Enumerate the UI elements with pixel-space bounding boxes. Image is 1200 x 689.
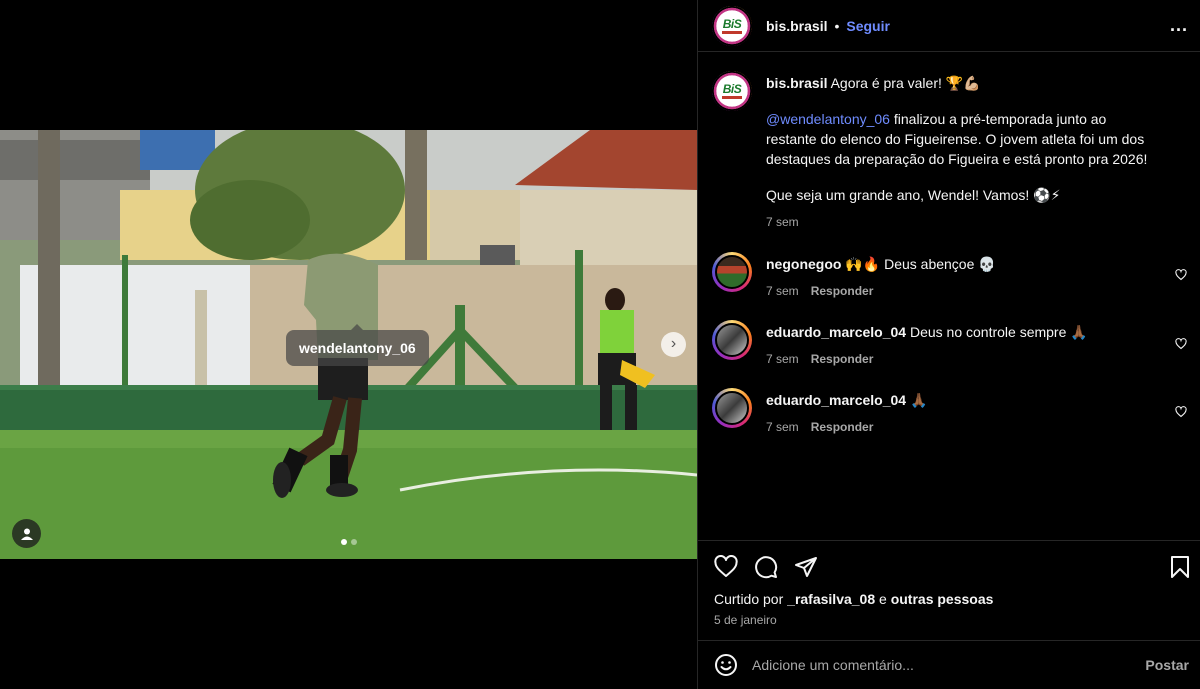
liker-username[interactable]: _rafasilva_08 — [787, 591, 875, 607]
next-slide-button[interactable]: › — [661, 332, 686, 357]
post-side-panel: BiS bis.brasil • Seguir ... BiS bis.bras… — [697, 0, 1200, 689]
comment-body: negonegoo 🙌🔥 Deus abençoe 💀 7 sem Respon… — [766, 252, 1187, 301]
comment-item: negonegoo 🙌🔥 Deus abençoe 💀 7 sem Respon… — [698, 232, 1200, 301]
carousel-dot — [341, 539, 347, 545]
share-button[interactable] — [794, 555, 818, 579]
user-icon — [20, 528, 33, 540]
comment-item: eduardo_marcelo_04 Deus no controle semp… — [698, 301, 1200, 369]
comments-list[interactable]: BiS bis.brasil Agora é pra valer! 🏆💪🏼 @w… — [698, 53, 1200, 540]
comment-item: eduardo_marcelo_04 🙏🏾 7 sem Responder — [698, 369, 1200, 437]
author-avatar[interactable]: BiS — [712, 5, 752, 46]
reply-button[interactable]: Responder — [811, 349, 874, 369]
emoji-icon — [715, 654, 737, 676]
commenter-username[interactable]: negonegoo — [766, 256, 841, 272]
commenter-username[interactable]: eduardo_marcelo_04 — [766, 392, 906, 408]
user-tag-pill[interactable]: wendelantony_06 — [286, 324, 429, 366]
caption-author[interactable]: bis.brasil — [766, 75, 827, 91]
logo-text: BiS — [722, 16, 742, 31]
comment-text: 🙌🔥 Deus abençoe 💀 — [845, 256, 996, 272]
post-media: wendelantony_06 › — [0, 0, 697, 689]
caption: BiS bis.brasil Agora é pra valer! 🏆💪🏼 @w… — [698, 53, 1200, 232]
reply-button[interactable]: Responder — [811, 281, 874, 301]
commenter-username[interactable]: eduardo_marcelo_04 — [766, 324, 906, 340]
caption-author-avatar[interactable]: BiS — [712, 71, 752, 111]
comment-icon — [755, 556, 778, 579]
comment-text: 🙏🏾 — [909, 392, 928, 408]
like-button[interactable] — [714, 555, 738, 579]
like-comment-icon[interactable] — [1175, 338, 1187, 350]
save-button[interactable] — [1169, 555, 1191, 579]
bookmark-icon — [1171, 556, 1189, 578]
post-comment-button[interactable]: Postar — [1145, 657, 1189, 673]
emoji-button[interactable] — [714, 653, 738, 677]
reply-button[interactable]: Responder — [811, 417, 874, 437]
tagged-users-button[interactable] — [12, 519, 41, 548]
send-icon — [795, 557, 817, 577]
comment-body: eduardo_marcelo_04 🙏🏾 7 sem Responder — [766, 388, 1187, 437]
caption-time[interactable]: 7 sem — [766, 212, 799, 232]
post-date[interactable]: 5 de janeiro — [698, 607, 1200, 627]
like-comment-icon[interactable] — [1175, 269, 1187, 281]
action-icons — [698, 541, 1200, 585]
logo-text: BiS — [722, 82, 742, 96]
carousel-dot — [351, 539, 357, 545]
comment-input[interactable]: Adicione um comentário... — [752, 657, 1145, 673]
caption-body: bis.brasil Agora é pra valer! 🏆💪🏼 @wende… — [766, 71, 1187, 232]
heart-icon — [714, 555, 738, 577]
caption-meta: 7 sem — [766, 212, 1157, 232]
bis-logo: BiS — [718, 11, 746, 40]
comment-time[interactable]: 7 sem — [766, 417, 799, 437]
comment-button[interactable] — [754, 555, 778, 579]
more-options-icon[interactable]: ... — [1170, 15, 1188, 36]
commenter-avatar[interactable] — [712, 252, 752, 292]
commenter-avatar[interactable] — [712, 388, 752, 428]
separator-dot: • — [834, 17, 840, 34]
likes-summary: Curtido por _rafasilva_08 e outras pesso… — [698, 585, 1200, 607]
bis-logo: BiS — [718, 77, 746, 105]
carousel-indicator — [341, 539, 357, 545]
comment-time[interactable]: 7 sem — [766, 349, 799, 369]
commenter-avatar[interactable] — [712, 320, 752, 360]
likes-prefix: Curtido por — [714, 591, 784, 607]
post-actions: Curtido por _rafasilva_08 e outras pesso… — [698, 540, 1200, 640]
post-header: BiS bis.brasil • Seguir ... — [698, 0, 1200, 52]
caption-line1: Agora é pra valer! 🏆💪🏼 — [830, 75, 981, 91]
others-link[interactable]: outras pessoas — [891, 591, 994, 607]
like-comment-icon[interactable] — [1175, 406, 1187, 418]
comment-time[interactable]: 7 sem — [766, 281, 799, 301]
comment-text: Deus no controle sempre 🙏🏾 — [909, 324, 1088, 340]
likes-connector: e — [879, 591, 887, 607]
caption-closing: Que seja um grande ano, Wendel! Vamos! ⚽… — [766, 187, 1061, 203]
author-username[interactable]: bis.brasil — [766, 18, 827, 34]
comment-body: eduardo_marcelo_04 Deus no controle semp… — [766, 320, 1187, 369]
caption-mention[interactable]: @wendelantony_06 — [766, 111, 890, 127]
follow-button[interactable]: Seguir — [846, 18, 890, 34]
add-comment-bar: Adicione um comentário... Postar — [698, 640, 1200, 689]
